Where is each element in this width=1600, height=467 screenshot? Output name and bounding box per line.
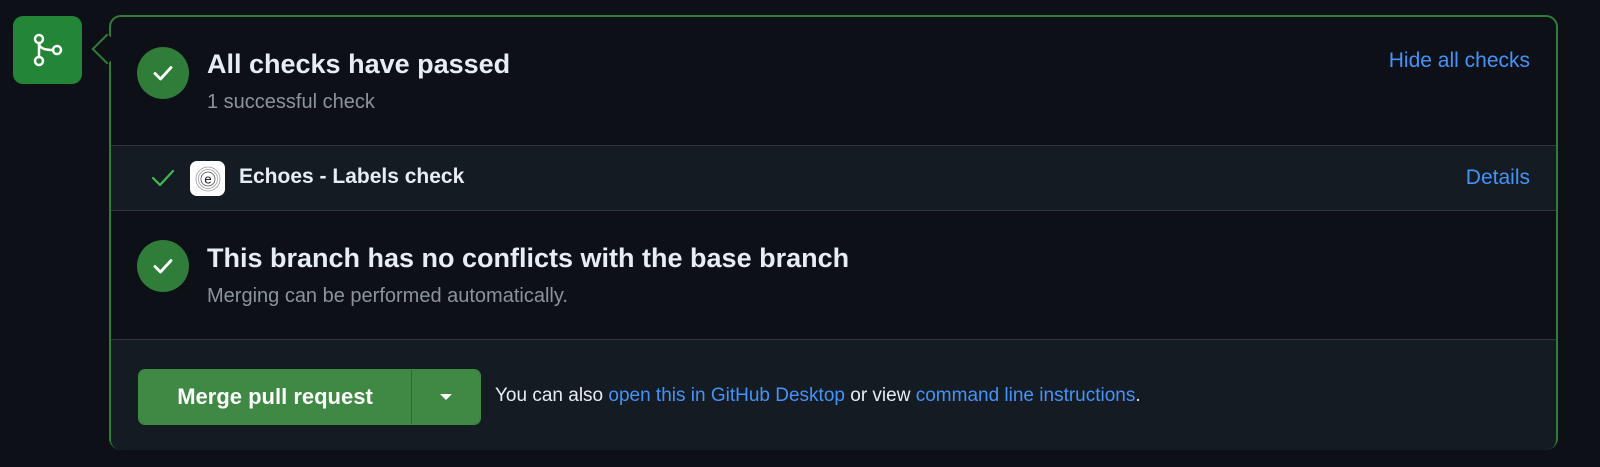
merge-alternatives-text: You can also open this in GitHub Desktop… bbox=[495, 385, 1141, 407]
check-icon bbox=[153, 66, 173, 81]
no-conflicts-icon bbox=[137, 240, 189, 292]
checks-summary: All checks have passed 1 successful chec… bbox=[111, 17, 1556, 145]
caret-down-icon bbox=[440, 394, 452, 400]
checks-title: All checks have passed bbox=[207, 49, 511, 79]
merge-button-group: Merge pull request bbox=[138, 369, 481, 425]
merge-box: All checks have passed 1 successful chec… bbox=[109, 15, 1558, 450]
checks-passed-icon bbox=[137, 47, 189, 99]
check-icon bbox=[151, 169, 175, 187]
git-branch-icon bbox=[33, 33, 62, 67]
checks-subtitle: 1 successful check bbox=[207, 91, 375, 113]
echoes-logo-letter: e bbox=[204, 171, 211, 186]
alt-text-prefix: You can also bbox=[495, 385, 609, 406]
conflicts-title: This branch has no conflicts with the ba… bbox=[207, 243, 850, 273]
check-icon bbox=[153, 259, 173, 274]
merge-method-dropdown-button[interactable] bbox=[411, 370, 480, 424]
git-merge-status-icon-box bbox=[13, 16, 82, 84]
check-item-row: e Echoes - Labels check Details bbox=[111, 145, 1556, 211]
conflicts-subtitle: Merging can be performed automatically. bbox=[207, 285, 568, 307]
command-line-instructions-link[interactable]: command line instructions bbox=[916, 385, 1136, 406]
hide-all-checks-link[interactable]: Hide all checks bbox=[1389, 49, 1530, 73]
echoes-app-logo: e bbox=[190, 161, 225, 196]
open-github-desktop-link[interactable]: open this in GitHub Desktop bbox=[608, 385, 845, 406]
conflicts-status: This branch has no conflicts with the ba… bbox=[111, 211, 1556, 339]
merge-footer: Merge pull request You can also open thi… bbox=[111, 339, 1556, 450]
alt-text-middle: or view bbox=[844, 385, 916, 406]
check-details-link[interactable]: Details bbox=[1466, 166, 1530, 190]
merge-pull-request-button[interactable]: Merge pull request bbox=[139, 370, 411, 424]
alt-text-suffix: . bbox=[1135, 385, 1141, 406]
check-item-name: Echoes - Labels check bbox=[239, 165, 465, 188]
echoes-logo-icon: e bbox=[195, 166, 220, 191]
